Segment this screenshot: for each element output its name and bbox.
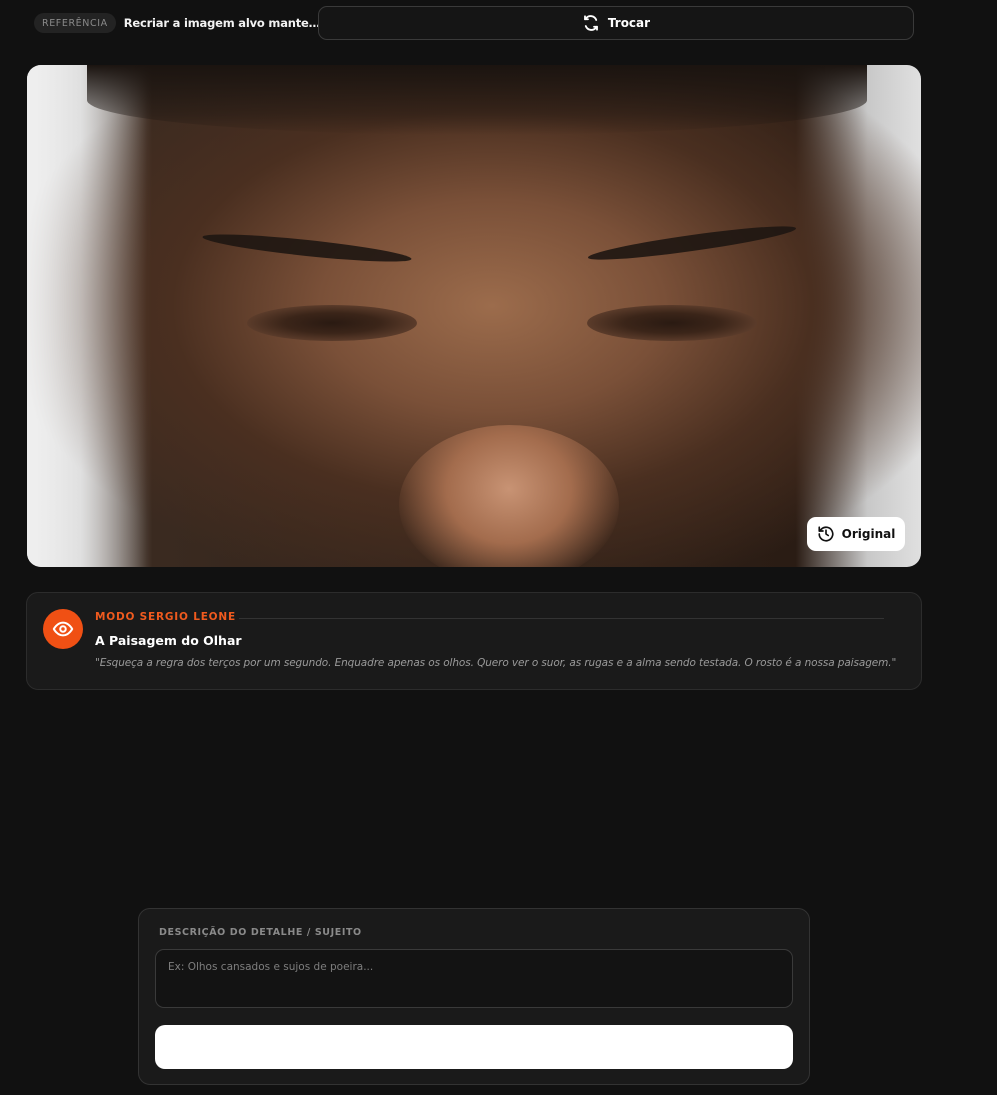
mode-icon-circle (43, 609, 83, 649)
swap-button-label: Trocar (607, 16, 651, 30)
swap-button[interactable]: Trocar (318, 6, 914, 40)
original-button-label: Original (841, 527, 896, 541)
photo-right-brow (586, 220, 798, 266)
reference-badge: REFERÊNCIA (34, 13, 116, 33)
mode-quote: "Esqueça a regra dos terços por um segun… (95, 657, 897, 669)
mode-divider (239, 618, 884, 619)
detail-form: DESCRIÇÃO DO DETALHE / SUJEITO (138, 908, 810, 1085)
photo-left-brow (201, 229, 413, 267)
detail-description-input[interactable] (155, 949, 793, 1008)
reference-bar: REFERÊNCIA Recriar a imagem alvo mantend… (34, 6, 914, 40)
photo-nose (399, 425, 619, 567)
photo-hair (87, 65, 867, 135)
history-icon (818, 526, 834, 542)
submit-button[interactable] (155, 1025, 793, 1069)
mode-title: A Paisagem do Olhar (95, 633, 242, 648)
reference-photo: Original (27, 65, 921, 567)
reference-text: Recriar a imagem alvo mantendo s... (123, 16, 322, 30)
swap-icon (584, 15, 598, 31)
original-button[interactable]: Original (807, 517, 905, 551)
mode-tag: MODO SERGIO LEONE (95, 611, 236, 623)
mode-card: MODO SERGIO LEONE A Paisagem do Olhar "E… (26, 592, 922, 690)
photo-right-eye (587, 305, 757, 341)
photo-left-eye (247, 305, 417, 341)
photo-background-left (27, 65, 147, 567)
eye-icon (52, 621, 74, 637)
detail-field-label: DESCRIÇÃO DO DETALHE / SUJEITO (159, 927, 362, 938)
